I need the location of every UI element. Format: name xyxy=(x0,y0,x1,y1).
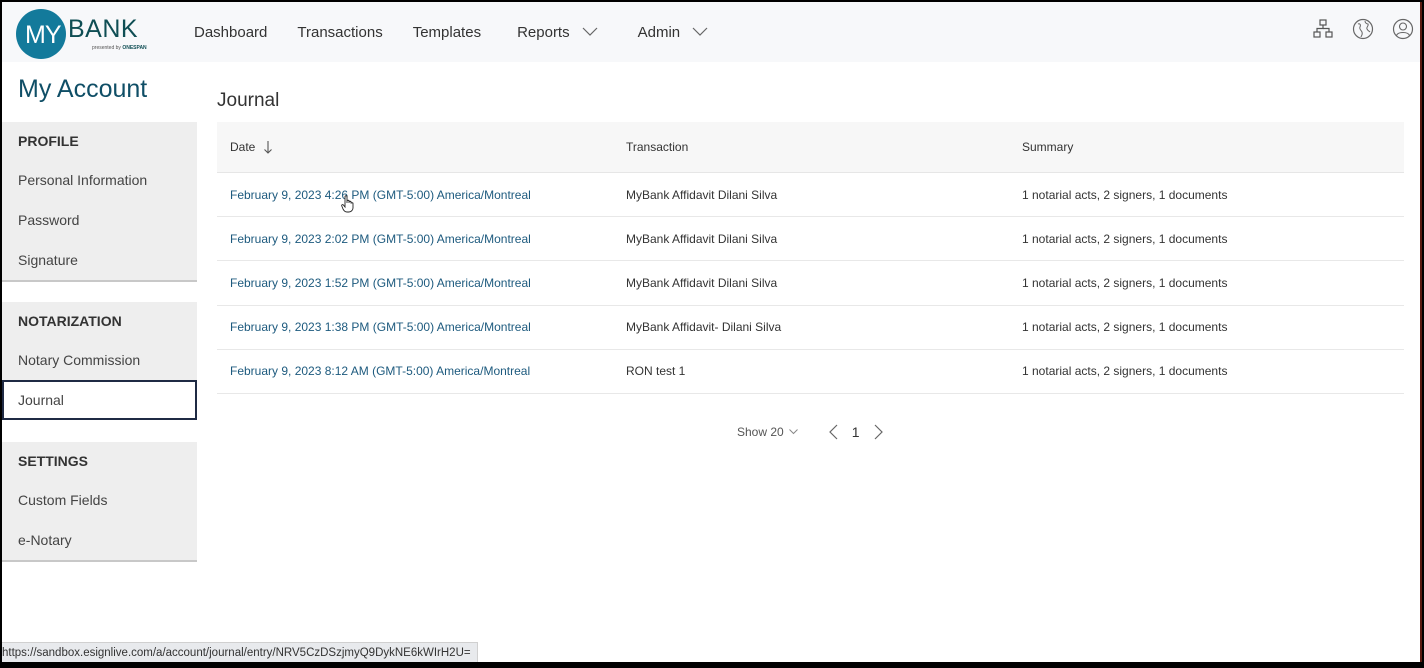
user-icon[interactable] xyxy=(1392,18,1414,40)
pagination: Show 20 1 xyxy=(737,424,884,440)
table-row[interactable]: February 9, 2023 1:52 PM (GMT-5:00) Amer… xyxy=(217,261,1404,306)
sidebar-item-e-notary[interactable]: e-Notary xyxy=(2,520,197,560)
chevron-down-icon xyxy=(692,27,708,36)
nav-dashboard[interactable]: Dashboard xyxy=(194,24,267,41)
logo-tagline-brand: ONESPAN xyxy=(122,45,147,51)
nav-admin-label: Admin xyxy=(637,23,681,41)
next-page-icon[interactable] xyxy=(874,424,884,440)
journal-date-link[interactable]: February 9, 2023 2:02 PM (GMT-5:00) Amer… xyxy=(217,232,613,246)
my-account-title: My Account xyxy=(18,75,148,103)
column-header-summary[interactable]: Summary xyxy=(1009,140,1404,154)
logo-my-text: MY xyxy=(25,21,61,49)
sitemap-icon[interactable] xyxy=(1312,18,1334,40)
table-row[interactable]: February 9, 2023 1:38 PM (GMT-5:00) Amer… xyxy=(217,306,1404,350)
summary-text: 1 notarial acts, 2 signers, 1 documents xyxy=(1022,364,1228,379)
transaction-name: MyBank Affidavit- Dilani Silva xyxy=(626,320,782,335)
transaction-name: MyBank Affidavit Dilani Silva xyxy=(626,275,778,290)
main-nav: Dashboard Transactions Templates Reports… xyxy=(194,2,748,62)
journal-date-link[interactable]: February 9, 2023 8:12 AM (GMT-5:00) Amer… xyxy=(217,364,613,378)
chevron-down-icon xyxy=(788,429,798,435)
transaction-name: RON test 1 xyxy=(626,364,686,379)
sidebar-item-password[interactable]: Password xyxy=(2,200,197,240)
top-navbar: MY BANK presented by ONESPAN Dashboard T… xyxy=(2,2,1422,62)
page-size-select[interactable]: Show 20 xyxy=(737,425,798,439)
summary-text: 1 notarial acts, 2 signers, 1 documents xyxy=(1022,187,1228,202)
status-url-text: https://sandbox.esignlive.com/a/account/… xyxy=(2,646,471,659)
page-title: Journal xyxy=(217,90,280,111)
top-right-icons xyxy=(1312,18,1422,40)
sidebar-heading-notarization: NOTARIZATION xyxy=(18,313,122,329)
window-edge xyxy=(1420,2,1422,662)
page-number[interactable]: 1 xyxy=(852,424,860,440)
journal-date-link[interactable]: February 9, 2023 1:38 PM (GMT-5:00) Amer… xyxy=(217,320,613,334)
sidebar-group-profile: PROFILE Personal Information Password Si… xyxy=(2,122,197,282)
logo-tagline-prefix: presented by xyxy=(92,45,121,51)
column-header-date[interactable]: Date xyxy=(217,140,613,154)
nav-templates-label: Templates xyxy=(412,23,482,41)
journal-date-link[interactable]: February 9, 2023 1:52 PM (GMT-5:00) Amer… xyxy=(217,276,613,290)
sidebar-heading-settings: SETTINGS xyxy=(18,453,89,469)
table-row[interactable]: February 9, 2023 8:12 AM (GMT-5:00) Amer… xyxy=(217,350,1404,394)
sidebar-heading-profile: PROFILE xyxy=(18,133,79,149)
transaction-name: MyBank Affidavit Dilani Silva xyxy=(626,231,778,246)
sidebar-group-notarization: NOTARIZATION Notary Commission Journal xyxy=(2,302,197,420)
summary-text: 1 notarial acts, 2 signers, 1 documents xyxy=(1022,320,1228,335)
summary-text: 1 notarial acts, 2 signers, 1 documents xyxy=(1022,275,1228,290)
logo-bank-text: BANK xyxy=(68,15,139,43)
sort-descending-icon xyxy=(264,141,273,154)
browser-viewport: MY BANK presented by ONESPAN Dashboard T… xyxy=(2,2,1422,662)
nav-transactions[interactable]: Transactions xyxy=(297,24,382,41)
nav-templates[interactable]: Templates xyxy=(413,24,481,41)
transaction-name: MyBank Affidavit Dilani Silva xyxy=(626,187,778,202)
sidebar-item-personal-information[interactable]: Personal Information xyxy=(2,160,197,200)
nav-reports-label: Reports xyxy=(517,23,570,41)
sidebar-group-settings: SETTINGS Custom Fields e-Notary xyxy=(2,442,197,562)
page-size-label: Show 20 xyxy=(737,425,784,439)
globe-icon[interactable] xyxy=(1352,18,1374,40)
previous-page-icon[interactable] xyxy=(828,424,838,440)
chevron-down-icon xyxy=(582,27,598,36)
status-bar-url: https://sandbox.esignlive.com/a/account/… xyxy=(2,642,478,662)
nav-dashboard-label: Dashboard xyxy=(194,23,268,41)
nav-transactions-label: Transactions xyxy=(297,23,383,41)
table-header: Date Transaction Summary xyxy=(217,122,1404,173)
summary-text: 1 notarial acts, 2 signers, 1 documents xyxy=(1022,231,1228,246)
column-header-transaction[interactable]: Transaction xyxy=(613,140,1009,154)
column-header-date-label: Date xyxy=(230,140,256,154)
sidebar-item-notary-commission[interactable]: Notary Commission xyxy=(2,340,197,380)
sidebar-item-custom-fields[interactable]: Custom Fields xyxy=(2,480,197,520)
sidebar-item-journal[interactable]: Journal xyxy=(2,380,197,420)
nav-admin[interactable]: Admin xyxy=(638,24,709,41)
nav-reports[interactable]: Reports xyxy=(517,24,598,41)
logo-tagline: presented by ONESPAN xyxy=(92,45,147,51)
sidebar-item-signature[interactable]: Signature xyxy=(2,240,197,280)
table-row[interactable]: February 9, 2023 2:02 PM (GMT-5:00) Amer… xyxy=(217,217,1404,262)
table-row[interactable]: February 9, 2023 4:26 PM (GMT-5:00) Amer… xyxy=(217,173,1404,218)
mybank-logo[interactable]: MY BANK presented by ONESPAN xyxy=(16,7,166,61)
journal-date-link[interactable]: February 9, 2023 4:26 PM (GMT-5:00) Amer… xyxy=(217,188,613,202)
journal-table: Date Transaction Summary February 9, 202… xyxy=(217,122,1404,394)
hand-pointer-cursor-icon xyxy=(341,195,354,213)
